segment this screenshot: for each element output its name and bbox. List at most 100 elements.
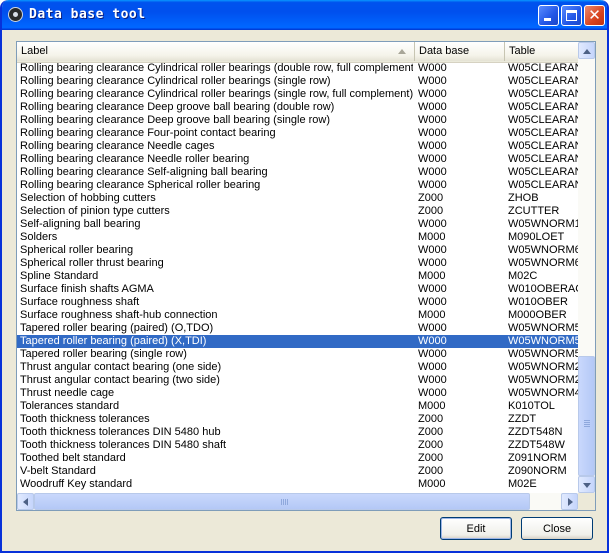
row-table: M090LOET [508, 231, 565, 243]
table-row[interactable]: Spherical roller thrust bearing W000 W05WN… [17, 257, 578, 270]
table-row[interactable]: Rolling bearing clearance Needle roller … [17, 153, 578, 166]
scroll-right-button[interactable] [561, 493, 578, 510]
table-row[interactable]: Tapered roller bearing (paired) (X,TDI) W… [17, 335, 578, 348]
table-row[interactable]: Tolerances standard M000 K010TOL [17, 400, 578, 413]
table-row[interactable]: Spherical roller bearing W000 W05WNORM63 [17, 244, 578, 257]
table-row[interactable]: Rolling bearing clearance Cylindrical ro… [17, 62, 578, 75]
row-table: W05CLEARANC [508, 166, 578, 178]
vertical-scrollbar[interactable] [578, 42, 595, 493]
row-database: W000 [418, 335, 447, 347]
row-database: W000 [418, 283, 447, 295]
table-row[interactable]: Surface roughness shaft W000 W010OBER [17, 296, 578, 309]
row-database: W000 [418, 114, 447, 126]
table-row[interactable]: Solders M000 M090LOET [17, 231, 578, 244]
row-database: W000 [418, 166, 447, 178]
table-row[interactable]: Thrust angular contact bearing (one side… [17, 361, 578, 374]
row-database: W000 [418, 88, 447, 100]
scroll-left-button[interactable] [17, 493, 34, 510]
scroll-up-button[interactable] [578, 42, 595, 59]
horizontal-scrollbar[interactable] [17, 493, 578, 510]
row-table: W010OBER [508, 296, 568, 308]
column-header-table[interactable]: Table [505, 42, 578, 61]
arrow-down-icon [583, 483, 591, 488]
row-table: ZHOB [508, 192, 539, 204]
row-label: Selection of pinion type cutters [20, 205, 170, 217]
row-label: Toothed belt standard [20, 452, 126, 464]
gear-app-icon[interactable] [8, 7, 23, 22]
row-database: W000 [418, 322, 447, 334]
row-table: W05CLEARANC [508, 127, 578, 139]
table-row[interactable]: Rolling bearing clearance Cylindrical ro… [17, 75, 578, 88]
row-database: Z000 [418, 205, 444, 217]
row-table: W05WNORM5 [508, 335, 578, 347]
table-row[interactable]: Thrust angular contact bearing (two side… [17, 374, 578, 387]
table-row[interactable]: Tooth thickness tolerances DIN 5480 hub Z… [17, 426, 578, 439]
table-row[interactable]: Toothed belt standard Z000 Z091NORM [17, 452, 578, 465]
table-row[interactable]: V-belt Standard Z000 Z090NORM [17, 465, 578, 478]
row-label: Solders [20, 231, 58, 243]
sort-ascending-icon [398, 49, 406, 54]
row-label: Surface roughness shaft-hub connection [20, 309, 218, 321]
row-label: Spline Standard [20, 270, 99, 282]
column-header-label[interactable]: Label [17, 42, 415, 61]
table-row[interactable]: Thrust needle cage W000 W05WNORM40 [17, 387, 578, 400]
table-row[interactable]: Surface finish shafts AGMA W000 W010OBERAG [17, 283, 578, 296]
row-label: Rolling bearing clearance Cylindrical ro… [20, 88, 413, 100]
column-header-database[interactable]: Data base [415, 42, 505, 61]
table-row[interactable]: Rolling bearing clearance Needle cages W0… [17, 140, 578, 153]
row-label: Rolling bearing clearance Needle roller … [20, 153, 250, 165]
row-label: Spherical roller bearing [20, 244, 134, 256]
table-row[interactable]: Tapered roller bearing (single row) W000 W… [17, 348, 578, 361]
column-header-database-text: Data base [419, 45, 470, 57]
row-table: ZZDT [508, 413, 537, 425]
row-label: Rolling bearing clearance Four-point con… [20, 127, 276, 139]
close-x-icon: ✕ [588, 6, 601, 24]
table-row[interactable]: Rolling bearing clearance Spherical roll… [17, 179, 578, 192]
database-list[interactable]: Label Data base Table Rolling bearing cl… [16, 41, 596, 511]
horizontal-scroll-thumb[interactable] [34, 493, 530, 510]
column-header: Label Data base Table [17, 42, 578, 63]
row-label: Woodruff Key standard [20, 478, 133, 490]
table-row[interactable]: Self-aligning ball bearing W000 W05WNORM12 [17, 218, 578, 231]
table-row[interactable]: Rolling bearing clearance Deep groove ba… [17, 114, 578, 127]
table-row[interactable]: Spline Standard M000 M02C [17, 270, 578, 283]
row-label: Spherical roller thrust bearing [20, 257, 164, 269]
arrow-left-icon [23, 498, 28, 506]
table-row[interactable]: Rolling bearing clearance Deep groove ba… [17, 101, 578, 114]
row-database: M000 [418, 478, 446, 490]
table-row[interactable]: Tooth thickness tolerances Z000 ZZDT [17, 413, 578, 426]
title-bar[interactable]: Data base tool ✕ [2, 0, 607, 30]
row-table: ZZDT548N [508, 426, 563, 438]
scroll-down-button[interactable] [578, 476, 595, 493]
row-database: M000 [418, 400, 446, 412]
table-row[interactable]: Woodruff Key standard M000 M02E [17, 478, 578, 491]
row-label: Tooth thickness tolerances DIN 5480 hub [20, 426, 221, 438]
table-row[interactable]: Tooth thickness tolerances DIN 5480 shaf… [17, 439, 578, 452]
table-row[interactable]: Rolling bearing clearance Cylindrical ro… [17, 88, 578, 101]
row-label: Selection of hobbing cutters [20, 192, 156, 204]
row-database: Z000 [418, 426, 444, 438]
close-button[interactable]: Close [521, 517, 593, 540]
table-row[interactable]: Surface roughness shaft-hub connection M0… [17, 309, 578, 322]
table-row[interactable]: Rolling bearing clearance Four-point con… [17, 127, 578, 140]
edit-button[interactable]: Edit [440, 517, 512, 540]
maximize-button[interactable] [561, 5, 582, 26]
row-table: W05CLEARANC [508, 179, 578, 191]
row-label: Surface finish shafts AGMA [20, 283, 154, 295]
row-database: W000 [418, 127, 447, 139]
row-label: Rolling bearing clearance Cylindrical ro… [20, 62, 413, 74]
table-row[interactable]: Selection of pinion type cutters Z000 ZCUT… [17, 205, 578, 218]
table-row[interactable]: Rolling bearing clearance Self-aligning … [17, 166, 578, 179]
arrow-right-icon [568, 498, 573, 506]
row-label: Rolling bearing clearance Spherical roll… [20, 179, 261, 191]
row-label: Thrust angular contact bearing (one side… [20, 361, 222, 373]
row-table: K010TOL [508, 400, 555, 412]
close-window-button[interactable]: ✕ [584, 5, 605, 26]
row-table: W05WNORM20 [508, 361, 578, 373]
table-row[interactable]: Tapered roller bearing (paired) (O,TDO) W… [17, 322, 578, 335]
table-row[interactable]: Selection of hobbing cutters Z000 ZHOB [17, 192, 578, 205]
minimize-button[interactable] [538, 5, 559, 26]
row-database: Z000 [418, 192, 444, 204]
row-label: Rolling bearing clearance Cylindrical ro… [20, 75, 331, 87]
vertical-scroll-thumb[interactable] [578, 356, 595, 476]
